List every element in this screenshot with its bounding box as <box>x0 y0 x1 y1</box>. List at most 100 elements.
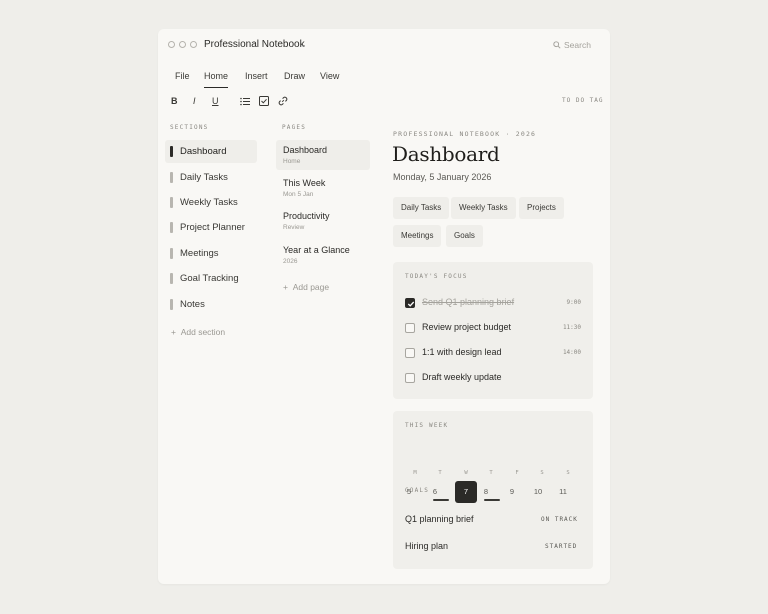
task-checkbox[interactable] <box>405 373 415 383</box>
section-label: Daily Tasks <box>180 172 228 183</box>
section-marker <box>170 172 173 183</box>
page-title: Dashboard <box>392 142 500 166</box>
section-label: Goal Tracking <box>180 273 239 284</box>
task-item[interactable]: Send Q1 planning brief 9:00 <box>405 296 581 310</box>
task-item[interactable]: Draft weekly update <box>405 371 581 385</box>
section-item-notes[interactable]: Notes <box>165 293 257 316</box>
task-checkbox[interactable] <box>405 298 415 308</box>
plus-icon: + <box>283 282 288 292</box>
section-marker <box>170 197 173 208</box>
day-cell[interactable]: 5 <box>398 481 420 503</box>
page-item-year-at-a-glance[interactable]: Year at a Glance 2026 <box>276 240 370 270</box>
todo-tag-button[interactable]: TO DO TAG <box>562 97 604 104</box>
goal-label[interactable]: Hiring plan <box>405 541 448 551</box>
pages-header: PAGES <box>282 124 307 131</box>
section-label: Project Planner <box>180 222 245 233</box>
weekday-label: W <box>464 470 468 476</box>
page-title: Dashboard <box>283 145 328 155</box>
weekday-label: S <box>566 470 570 476</box>
link-icon[interactable] <box>278 96 288 108</box>
minimize-dot[interactable] <box>179 41 186 48</box>
task-item[interactable]: Review project budget 11:30 <box>405 321 581 335</box>
checkbox-icon[interactable] <box>259 96 269 108</box>
chip-meetings[interactable]: Meetings <box>393 225 442 247</box>
page-subtitle: Home <box>283 158 301 165</box>
search-icon <box>553 41 561 49</box>
page-item-dashboard[interactable]: Dashboard Home <box>276 140 370 170</box>
section-marker <box>170 146 173 157</box>
notebook-window: Professional Notebook ⌄ Search File Home… <box>158 29 610 584</box>
page-kicker: PROFESSIONAL NOTEBOOK · 2026 <box>393 130 537 138</box>
chip-goals[interactable]: Goals <box>446 225 483 247</box>
weekday-label: M <box>413 470 417 476</box>
menu-draw[interactable]: Draw <box>284 71 305 81</box>
week-header: THIS WEEK <box>405 422 449 429</box>
day-cell[interactable]: 9 <box>501 481 523 503</box>
menu-view[interactable]: View <box>320 71 339 81</box>
search-field[interactable]: Search <box>553 40 591 50</box>
task-checkbox[interactable] <box>405 323 415 333</box>
add-section-label: Add section <box>180 327 226 337</box>
menu-file[interactable]: File <box>175 71 190 81</box>
task-item[interactable]: 1:1 with design lead 14:00 <box>405 346 581 360</box>
page-item-this-week[interactable]: This Week Mon 5 Jan <box>276 173 370 203</box>
section-label: Weekly Tasks <box>180 197 238 208</box>
section-label: Meetings <box>180 248 219 259</box>
weekday-label: T <box>438 470 442 476</box>
maximize-dot[interactable] <box>190 41 197 48</box>
sections-header: SECTIONS <box>170 124 209 131</box>
chevron-down-icon[interactable]: ⌄ <box>300 40 307 49</box>
page-item-productivity[interactable]: Productivity Review <box>276 206 370 236</box>
page-title: This Week <box>283 178 326 188</box>
section-marker <box>170 248 173 259</box>
page-title: Productivity <box>283 211 330 221</box>
close-dot[interactable] <box>168 41 175 48</box>
section-label: Dashboard <box>180 146 227 157</box>
goal-status-badge: STARTED <box>545 543 578 550</box>
page-subtitle: Review <box>283 224 305 231</box>
bullet-list-icon[interactable] <box>240 97 250 108</box>
day-cell-today[interactable]: 7 <box>455 481 477 503</box>
section-marker <box>170 299 173 310</box>
chip-projects[interactable]: Projects <box>519 197 564 219</box>
plus-icon: + <box>171 327 176 337</box>
section-item-dashboard[interactable]: Dashboard <box>165 140 257 163</box>
task-label: 1:1 with design lead <box>422 347 502 357</box>
todays-focus-card: TODAY'S FOCUS Send Q1 planning brief 9:0… <box>393 262 593 399</box>
weekday-label: S <box>540 470 544 476</box>
weekday-label: T <box>489 470 493 476</box>
underline-icon[interactable]: U <box>212 96 219 106</box>
chip-weekly-tasks[interactable]: Weekly Tasks <box>451 197 516 219</box>
title-bar: Professional Notebook ⌄ Search <box>158 29 610 63</box>
search-placeholder: Search <box>564 40 591 50</box>
day-cell[interactable]: 11 <box>552 481 574 503</box>
section-item-project-planner[interactable]: Project Planner <box>165 216 257 239</box>
day-activity-marker <box>484 499 500 501</box>
add-page-button[interactable]: + Add page <box>283 282 329 292</box>
page-title: Year at a Glance <box>283 245 350 255</box>
chip-daily-tasks[interactable]: Daily Tasks <box>393 197 450 219</box>
goal-label[interactable]: Q1 planning brief <box>405 514 474 524</box>
task-time: 14:00 <box>562 349 581 356</box>
section-item-meetings[interactable]: Meetings <box>165 242 257 265</box>
italic-icon[interactable]: I <box>193 96 196 106</box>
task-checkbox[interactable] <box>405 348 415 358</box>
task-label: Review project budget <box>422 322 512 332</box>
menu-home[interactable]: Home <box>204 71 229 88</box>
notebook-title[interactable]: Professional Notebook <box>204 39 305 50</box>
section-item-goal-tracking[interactable]: Goal Tracking <box>165 267 257 290</box>
bold-icon[interactable]: B <box>171 96 178 106</box>
day-activity-marker <box>433 499 449 501</box>
menu-insert[interactable]: Insert <box>245 71 268 81</box>
page-subtitle: 2026 <box>283 258 298 265</box>
section-item-weekly-tasks[interactable]: Weekly Tasks <box>165 191 257 214</box>
page-date: Monday, 5 January 2026 <box>393 172 492 182</box>
day-cell[interactable]: 10 <box>527 481 549 503</box>
section-item-daily-tasks[interactable]: Daily Tasks <box>165 166 257 189</box>
add-section-button[interactable]: + Add section <box>171 327 225 337</box>
page-subtitle: Mon 5 Jan <box>283 191 314 198</box>
focus-header: TODAY'S FOCUS <box>405 273 468 280</box>
section-marker <box>170 273 173 284</box>
check-icon <box>407 301 415 307</box>
task-time: 11:30 <box>562 324 581 331</box>
